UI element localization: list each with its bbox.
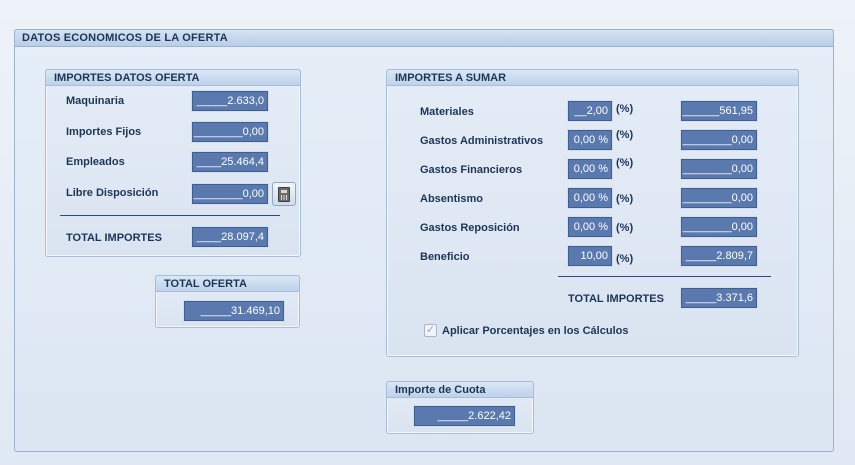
aplicar-porcentajes-label: Aplicar Porcentajes en los Cálculos	[442, 325, 629, 337]
beneficio-percent-field[interactable]: 10,00	[568, 246, 612, 266]
libre-disposicion-label: Libre Disposición	[66, 187, 159, 199]
section-title: DATOS ECONOMICOS DE LA OFERTA	[14, 29, 834, 47]
total-oferta-field[interactable]: _____31.469,10	[184, 301, 284, 321]
maquinaria-field[interactable]: _____2.633,0	[192, 91, 268, 111]
gastos-administrativos-percent-unit: (%)	[616, 129, 634, 141]
gastos-financieros-value-field[interactable]: ________0,00	[681, 159, 757, 179]
total-importes-label-right: TOTAL IMPORTES	[568, 293, 664, 305]
importes-fijos-field[interactable]: ________0,00	[192, 122, 268, 142]
calculator-icon	[278, 186, 290, 202]
importe-cuota-title: Importe de Cuota	[386, 381, 534, 398]
empleados-label: Empleados	[66, 156, 125, 168]
calculator-button[interactable]	[272, 182, 296, 206]
importes-datos-oferta-title: IMPORTES DATOS OFERTA	[45, 69, 301, 86]
gastos-financieros-label: Gastos Financieros	[420, 164, 523, 176]
materiales-value-field[interactable]: ______561,95	[681, 101, 757, 121]
importes-fijos-label: Importes Fijos	[66, 126, 142, 138]
importes-a-sumar-title: IMPORTES A SUMAR	[386, 69, 799, 86]
gastos-reposicion-percent-field[interactable]: 0,00 %	[568, 217, 612, 237]
gastos-financieros-percent-field[interactable]: 0,00 %	[568, 159, 612, 179]
absentismo-percent-field[interactable]: 0,00 %	[568, 188, 612, 208]
total-oferta-title: TOTAL OFERTA	[155, 275, 300, 292]
beneficio-label: Beneficio	[420, 251, 470, 263]
gastos-administrativos-label: Gastos Administrativos	[420, 135, 544, 147]
beneficio-value-field[interactable]: _____2.809,7	[681, 246, 757, 266]
divider	[558, 276, 771, 277]
materiales-percent-unit: (%)	[616, 103, 634, 115]
total-importes-field-left[interactable]: ____28.097,4	[192, 227, 268, 247]
gastos-administrativos-value-field[interactable]: ________0,00	[681, 130, 757, 150]
divider	[60, 215, 280, 216]
libre-disposicion-field[interactable]: ________0,00	[192, 184, 268, 204]
gastos-reposicion-percent-unit: (%)	[616, 222, 634, 234]
importe-cuota-field[interactable]: _____2.622,42	[414, 406, 515, 426]
total-importes-label-left: TOTAL IMPORTES	[66, 232, 162, 244]
gastos-reposicion-label: Gastos Reposición	[420, 222, 520, 234]
gastos-financieros-percent-unit: (%)	[616, 157, 634, 169]
total-importes-field-right[interactable]: _____3.371,6	[681, 288, 757, 308]
beneficio-percent-unit: (%)	[616, 253, 634, 265]
aplicar-porcentajes-checkbox[interactable]: ✓	[424, 324, 437, 337]
absentismo-label: Absentismo	[420, 193, 483, 205]
materiales-label: Materiales	[420, 106, 474, 118]
absentismo-value-field[interactable]: ________0,00	[681, 188, 757, 208]
gastos-administrativos-percent-field[interactable]: 0,00 %	[568, 130, 612, 150]
absentismo-percent-unit: (%)	[616, 193, 634, 205]
maquinaria-label: Maquinaria	[66, 95, 125, 107]
empleados-field[interactable]: ____25.464,4	[192, 152, 268, 172]
materiales-percent-field[interactable]: __2,00	[568, 101, 612, 121]
gastos-reposicion-value-field[interactable]: ________0,00	[681, 217, 757, 237]
